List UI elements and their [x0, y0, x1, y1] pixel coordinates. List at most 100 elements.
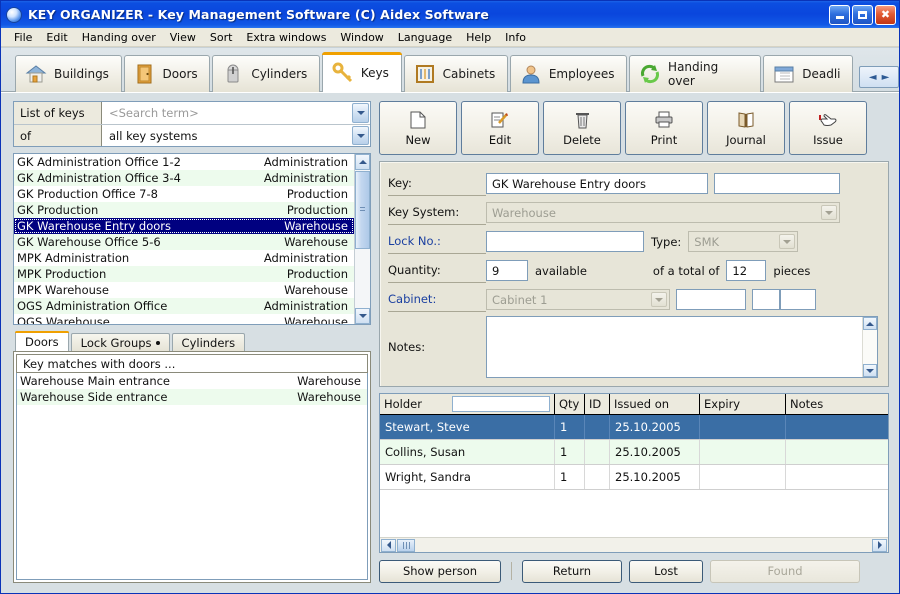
key-name-input[interactable]: GK Warehouse Entry doors [486, 173, 708, 194]
print-button[interactable]: Print [625, 101, 703, 155]
key-system-select[interactable]: Warehouse [486, 202, 840, 223]
maximize-button[interactable] [852, 5, 873, 25]
cabinet-field-3[interactable] [752, 289, 780, 310]
notes-scrollbar[interactable] [862, 317, 877, 377]
key-system-filter-row: of all key systems [14, 124, 370, 146]
list-item[interactable]: OGS Warehouse Warehouse [14, 314, 354, 325]
tab-scroll-controls[interactable]: ◄ ► [859, 66, 899, 88]
type-select[interactable]: SMK [688, 231, 798, 252]
column-header-id[interactable]: ID [585, 394, 610, 414]
minimize-button[interactable] [829, 5, 850, 25]
column-header-qty[interactable]: Qty [555, 394, 585, 414]
table-row[interactable]: Stewart, Steve 1 25.10.2005 [380, 415, 888, 440]
lock-no-label[interactable]: Lock No.: [388, 229, 486, 254]
issue-button[interactable]: Issue [789, 101, 867, 155]
list-item[interactable]: GK Production Office 7-8 Production [14, 186, 354, 202]
column-header-holder[interactable]: Holder [380, 394, 555, 414]
scroll-down-button[interactable] [355, 308, 370, 324]
holder-filter-input[interactable] [452, 396, 550, 412]
search-term-dropdown-button[interactable] [352, 103, 369, 123]
key-system-dropdown-button[interactable] [821, 205, 837, 220]
table-row[interactable]: Collins, Susan 1 25.10.2005 [380, 440, 888, 465]
tab-handing-over[interactable]: Handing over [629, 55, 761, 92]
list-item-selected[interactable]: GK Warehouse Entry doors Warehouse [14, 218, 354, 234]
menu-edit[interactable]: Edit [39, 29, 74, 46]
close-button[interactable]: ✖ [875, 5, 896, 25]
cabinet-select[interactable]: Cabinet 1 [486, 289, 670, 310]
notes-scroll-down-button[interactable] [863, 364, 877, 377]
edit-button[interactable]: Edit [461, 101, 539, 155]
journal-button[interactable]: Journal [707, 101, 785, 155]
tab-scroll-next-icon[interactable]: ► [882, 72, 890, 83]
lock-no-input[interactable] [486, 231, 644, 252]
column-header-issued-on[interactable]: Issued on [610, 394, 700, 414]
hscrollbar-thumb[interactable] [397, 539, 415, 552]
tab-cylinders[interactable]: Cylinders [212, 55, 320, 92]
show-person-button[interactable]: Show person [379, 560, 501, 583]
cabinet-field-4[interactable] [780, 289, 816, 310]
tab-doors[interactable]: Doors [124, 55, 211, 92]
scroll-up-button[interactable] [355, 154, 370, 170]
quantity-total-input[interactable]: 12 [726, 260, 766, 281]
list-item[interactable]: MPK Production Production [14, 266, 354, 282]
key-system: Warehouse [284, 235, 350, 249]
list-item[interactable]: Warehouse Side entrance Warehouse [17, 389, 367, 405]
list-item[interactable]: Warehouse Main entrance Warehouse [17, 373, 367, 389]
tab-cabinets[interactable]: Cabinets [404, 55, 508, 92]
table-row[interactable]: Wright, Sandra 1 25.10.2005 [380, 465, 888, 490]
notes-textarea[interactable] [486, 316, 878, 378]
return-button[interactable]: Return [522, 560, 622, 583]
cabinet-field-2[interactable] [676, 289, 746, 310]
new-button[interactable]: New [379, 101, 457, 155]
tab-keys[interactable]: Keys [322, 52, 402, 92]
list-item[interactable]: MPK Administration Administration [14, 250, 354, 266]
menu-info[interactable]: Info [498, 29, 533, 46]
cabinet-label[interactable]: Cabinet: [388, 287, 486, 312]
key-system-filter-dropdown-button[interactable] [352, 126, 369, 145]
tab-scroll-prev-icon[interactable]: ◄ [869, 72, 877, 83]
menu-view[interactable]: View [163, 29, 203, 46]
lost-button[interactable]: Lost [629, 560, 703, 583]
list-item[interactable]: GK Warehouse Office 5-6 Warehouse [14, 234, 354, 250]
menu-language[interactable]: Language [391, 29, 459, 46]
tab-employees[interactable]: Employees [510, 55, 627, 92]
menu-sort[interactable]: Sort [203, 29, 240, 46]
tab-doors-sub[interactable]: Doors [15, 331, 69, 351]
menu-help[interactable]: Help [459, 29, 498, 46]
list-item[interactable]: OGS Administration Office Administration [14, 298, 354, 314]
scroll-left-button[interactable] [381, 539, 396, 552]
key-short-input[interactable] [714, 173, 840, 194]
menu-file[interactable]: File [7, 29, 39, 46]
doors-list[interactable]: Warehouse Main entrance Warehouse Wareho… [16, 373, 368, 580]
scroll-right-button[interactable] [872, 539, 887, 552]
quantity-available-input[interactable]: 9 [486, 260, 528, 281]
type-dropdown-button[interactable] [779, 234, 795, 249]
key-system-filter-value[interactable]: all key systems [102, 129, 197, 143]
list-item[interactable]: GK Administration Office 3-4 Administrat… [14, 170, 354, 186]
tab-buildings[interactable]: Buildings [15, 55, 122, 92]
scrollbar-thumb[interactable] [355, 171, 370, 249]
holders-horizontal-scrollbar[interactable] [380, 537, 888, 552]
notes-scroll-up-button[interactable] [863, 317, 877, 330]
notes-value[interactable] [487, 317, 862, 377]
key-system-filter-combo[interactable]: all key systems [102, 125, 370, 146]
cabinet-dropdown-button[interactable] [651, 292, 667, 307]
tab-deadlines[interactable]: Deadli [763, 55, 853, 92]
key-system: Administration [264, 171, 350, 185]
holders-grid[interactable]: Holder Qty ID Issued on Expiry Notes Ste… [379, 393, 889, 553]
column-header-notes[interactable]: Notes [786, 394, 888, 414]
tab-cylinders-sub[interactable]: Cylinders [172, 333, 246, 351]
column-header-expiry[interactable]: Expiry [700, 394, 786, 414]
tab-lock-groups-sub[interactable]: Lock Groups [71, 333, 170, 351]
list-item[interactable]: GK Production Production [14, 202, 354, 218]
list-item[interactable]: GK Administration Office 1-2 Administrat… [14, 154, 354, 170]
menu-extra-windows[interactable]: Extra windows [239, 29, 333, 46]
search-term-combo[interactable]: <Search term> [102, 102, 370, 124]
key-list-scrollbar[interactable] [354, 154, 370, 324]
list-item[interactable]: MPK Warehouse Warehouse [14, 282, 354, 298]
key-list[interactable]: GK Administration Office 1-2 Administrat… [13, 153, 371, 325]
delete-button[interactable]: Delete [543, 101, 621, 155]
menu-window[interactable]: Window [333, 29, 390, 46]
menu-handing-over[interactable]: Handing over [75, 29, 163, 46]
search-term-input[interactable]: <Search term> [102, 106, 199, 120]
